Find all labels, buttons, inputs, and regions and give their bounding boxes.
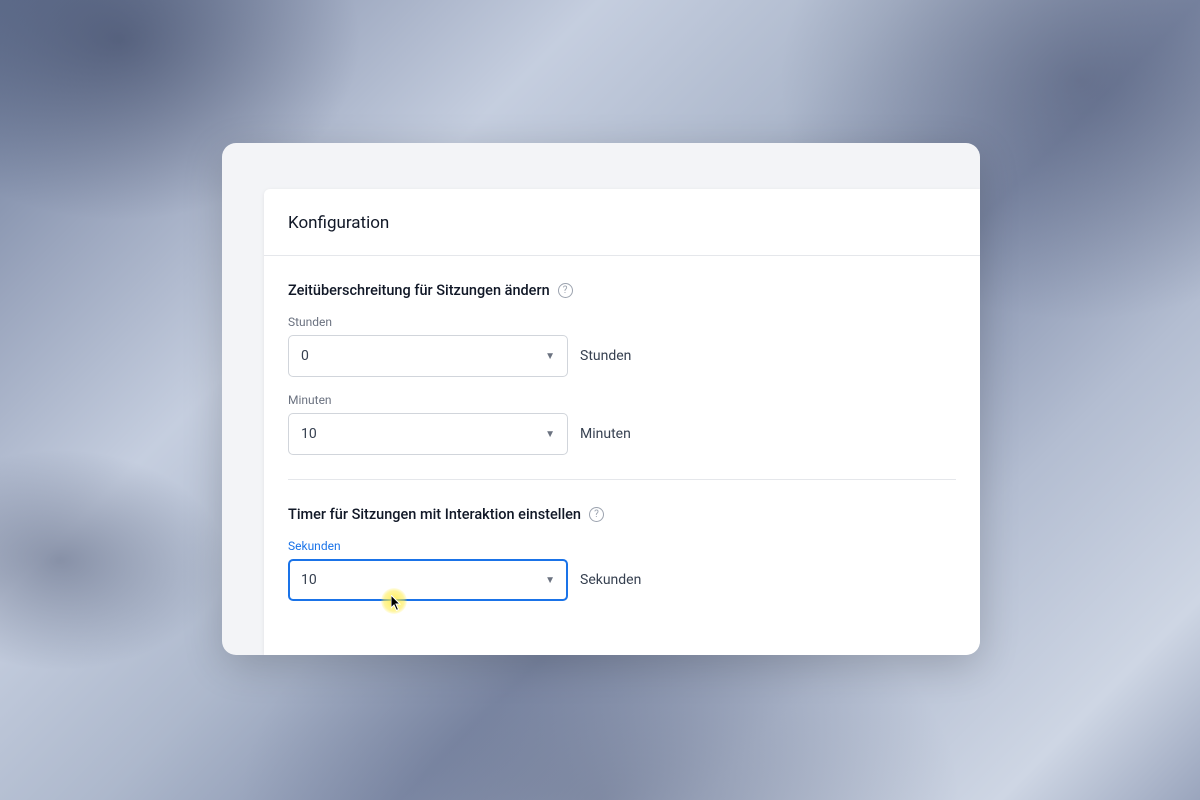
field-seconds: Sekunden 10 ▼ Sekunden	[288, 539, 956, 601]
field-row: 0 ▼ Stunden	[288, 335, 956, 377]
section-title-row: Zeitüberschreitung für Sitzungen ändern …	[288, 282, 956, 299]
field-hours: Stunden 0 ▼ Stunden	[288, 315, 956, 377]
seconds-select[interactable]: 10 ▼	[288, 559, 568, 601]
minutes-value: 10	[301, 426, 317, 442]
hours-value: 0	[301, 348, 309, 364]
field-minutes: Minuten 10 ▼ Minuten	[288, 393, 956, 455]
chevron-down-icon: ▼	[545, 575, 555, 586]
section-title: Timer für Sitzungen mit Interaktion eins…	[288, 506, 581, 523]
card-title: Konfiguration	[288, 213, 956, 233]
field-label-minutes: Minuten	[288, 393, 956, 407]
chevron-down-icon: ▼	[545, 429, 555, 440]
minutes-suffix: Minuten	[580, 426, 631, 442]
minutes-select[interactable]: 10 ▼	[288, 413, 568, 455]
section-interaction-timer: Timer für Sitzungen mit Interaktion eins…	[288, 479, 956, 625]
seconds-suffix: Sekunden	[580, 572, 641, 588]
help-icon[interactable]: ?	[589, 507, 604, 522]
section-session-timeout: Zeitüberschreitung für Sitzungen ändern …	[288, 256, 956, 479]
section-title-row: Timer für Sitzungen mit Interaktion eins…	[288, 506, 956, 523]
card-header: Konfiguration	[264, 189, 980, 256]
card-body: Zeitüberschreitung für Sitzungen ändern …	[264, 256, 980, 625]
help-icon[interactable]: ?	[558, 283, 573, 298]
hours-suffix: Stunden	[580, 348, 631, 364]
hours-select[interactable]: 0 ▼	[288, 335, 568, 377]
field-row: 10 ▼ Minuten	[288, 413, 956, 455]
config-card: Konfiguration Zeitüberschreitung für Sit…	[264, 189, 980, 655]
seconds-value: 10	[301, 572, 317, 588]
field-label-seconds: Sekunden	[288, 539, 956, 553]
outer-panel: Konfiguration Zeitüberschreitung für Sit…	[222, 143, 980, 655]
field-label-hours: Stunden	[288, 315, 956, 329]
section-title: Zeitüberschreitung für Sitzungen ändern	[288, 282, 550, 299]
chevron-down-icon: ▼	[545, 351, 555, 362]
field-row: 10 ▼ Sekunden	[288, 559, 956, 601]
